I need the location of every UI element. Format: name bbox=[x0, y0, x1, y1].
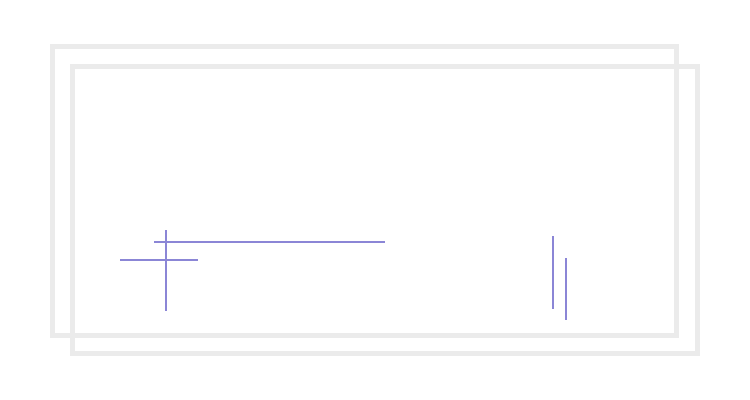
front-frame bbox=[70, 64, 700, 356]
vertical-right-line-b bbox=[565, 258, 567, 320]
vertical-right-line-a bbox=[552, 236, 554, 309]
horizontal-short-line bbox=[120, 259, 198, 261]
sketch-canvas bbox=[0, 0, 750, 400]
horizontal-long-line bbox=[154, 241, 385, 243]
vertical-cross-line bbox=[165, 230, 167, 311]
